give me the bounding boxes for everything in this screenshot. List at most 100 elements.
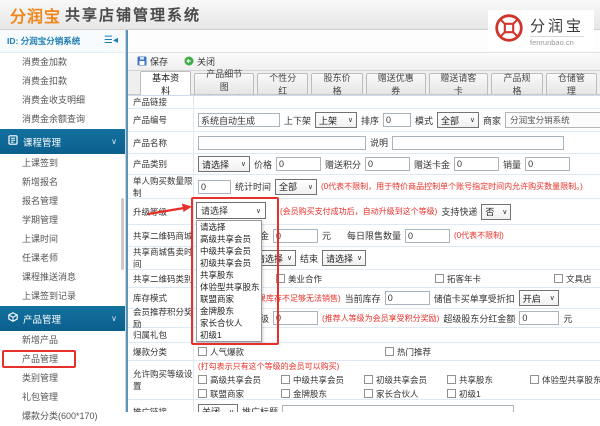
level-checkbox[interactable]: 中级共享会员 — [281, 374, 360, 386]
tab-shareholder-price[interactable]: 股东价格 — [311, 73, 362, 94]
checkbox-icon[interactable] — [385, 347, 394, 356]
sidebar-item[interactable]: 消费金加款 — [0, 53, 125, 72]
checkbox-icon[interactable] — [447, 375, 456, 384]
checkbox-icon[interactable] — [364, 375, 373, 384]
qr-mall-amount-input[interactable] — [273, 229, 318, 243]
sidebar-item[interactable]: 报名管理 — [0, 192, 125, 211]
sidebar-item[interactable]: 上课签到记录 — [0, 287, 125, 306]
level-checkbox[interactable]: 共享股东 — [447, 374, 526, 386]
sidebar-item[interactable]: 上课签到 — [0, 154, 125, 173]
row-purchase-limit: 单人购买数量限制 统计时间 全部∨ (0代表不限制，用于特价商品控制单个账号指定… — [128, 175, 600, 199]
sidebar-item[interactable]: 爆款分类(600*170) — [0, 407, 125, 426]
gift-card-amount-input[interactable] — [454, 157, 499, 171]
sidebar-item[interactable]: 学期管理 — [0, 211, 125, 230]
checkbox-icon[interactable] — [447, 389, 456, 398]
tab-product-spec[interactable]: 产品规格 — [491, 73, 542, 94]
sidebar-section-products[interactable]: 产品管理 ∨ — [0, 306, 125, 331]
checkbox-icon[interactable] — [276, 274, 285, 283]
dropdown-option[interactable]: 联盟商家 — [197, 293, 261, 305]
sidebar-item[interactable]: 任课老师 — [0, 249, 125, 268]
qr-type-checkbox[interactable]: 拓客年卡 — [435, 273, 550, 285]
stat-time-select[interactable]: 全部∨ — [275, 179, 317, 195]
sort-input[interactable] — [383, 113, 411, 127]
level-checkbox[interactable]: 家长合伙人 — [364, 388, 443, 400]
checkbox-icon[interactable] — [435, 274, 444, 283]
dropdown-option[interactable]: 初级1 — [197, 329, 261, 341]
sidebar-item-product-management[interactable]: 产品管理 — [0, 350, 125, 369]
product-number-input[interactable] — [198, 113, 280, 127]
save-button[interactable]: 保存 — [137, 55, 168, 68]
sidebar-item[interactable]: 新增报名 — [0, 173, 125, 192]
checkbox-icon[interactable] — [281, 389, 290, 398]
sidebar-item[interactable]: 礼包管理 — [0, 388, 125, 407]
sidebar-section-courses[interactable]: 课程管理 ∨ — [0, 129, 125, 154]
level-checkbox[interactable]: 初级1 — [447, 388, 526, 400]
sidebar-item[interactable]: 类别管理 — [0, 369, 125, 388]
tab-gift-coupon[interactable]: 赠送优惠券 — [366, 73, 426, 94]
checkbox-icon[interactable] — [198, 389, 207, 398]
tab-gift-treat-card[interactable]: 赠送请客卡 — [429, 73, 489, 94]
express-select[interactable]: 否∨ — [481, 204, 511, 220]
sidebar-item[interactable]: 上课时间 — [0, 230, 125, 249]
merchant-select[interactable]: 分润宝分销系统▾ — [505, 112, 600, 128]
product-name-input[interactable] — [198, 136, 366, 150]
tab-detail-images[interactable]: 产品细节图(500*500) — [194, 73, 254, 94]
sales-input[interactable] — [525, 157, 570, 171]
chevron-down-icon: ∨ — [111, 314, 117, 323]
dropdown-option[interactable]: 金牌股东 — [197, 305, 261, 317]
qr-type-checkbox[interactable]: 美业合作 — [276, 273, 431, 285]
dropdown-option[interactable]: 家长合伙人 — [197, 317, 261, 329]
checkbox-icon[interactable] — [281, 375, 290, 384]
checkbox-icon[interactable] — [554, 274, 563, 283]
gift-points-input[interactable] — [365, 157, 410, 171]
dropdown-option[interactable]: 共享股东 — [197, 269, 261, 281]
description-input[interactable] — [392, 136, 564, 150]
daily-limit-input[interactable] — [405, 229, 450, 243]
sidebar-item[interactable]: 消费金余额查询 — [0, 110, 125, 129]
chevron-down-icon: ∨ — [308, 183, 313, 191]
sidebar-scrollbar[interactable] — [121, 198, 124, 270]
company-logo: 分润宝 fenrunbao.cn — [488, 10, 594, 51]
row-product-name: 产品名称 说明 — [128, 132, 600, 154]
sidebar-item[interactable]: 消费金收支明细 — [0, 91, 125, 110]
chevron-down-icon: ∨ — [241, 160, 246, 168]
sidebar-item[interactable]: 课程推送消息 — [0, 268, 125, 287]
checkbox-icon[interactable] — [530, 375, 539, 384]
level-checkbox[interactable]: 体验型共享股东 — [530, 374, 600, 386]
dropdown-option[interactable]: 中级共享会员 — [197, 245, 261, 257]
checkbox-icon[interactable] — [198, 375, 207, 384]
promo-title-input[interactable] — [282, 405, 514, 413]
level-checkbox[interactable]: 金牌股东 — [281, 388, 360, 400]
reward-points-input[interactable] — [273, 311, 318, 325]
category-select[interactable]: 请选择∨ — [198, 156, 250, 172]
tab-warehouse[interactable]: 仓储管理 — [546, 73, 597, 94]
promo-switch-select[interactable]: 关闭∨ — [198, 404, 238, 413]
mode-select[interactable]: 全部∨ — [437, 112, 479, 128]
level-checkbox[interactable]: 高级共享会员 — [198, 374, 277, 386]
level-checkbox[interactable]: 初级共享会员 — [364, 374, 443, 386]
sell-end-select[interactable]: 请选择∨ — [322, 250, 366, 266]
upgrade-level-select[interactable]: 请选择 ∨ — [196, 202, 266, 219]
dropdown-option[interactable]: 请选择 — [197, 221, 261, 233]
checkbox-icon[interactable] — [198, 347, 207, 356]
hot-category-checkbox[interactable]: 热门推荐 — [385, 346, 431, 358]
qr-type-checkbox[interactable]: 文具店 — [554, 273, 592, 285]
purchase-limit-input[interactable] — [198, 180, 231, 194]
checkbox-icon[interactable] — [364, 389, 373, 398]
super-dividend-input[interactable] — [519, 311, 559, 325]
dropdown-option[interactable]: 体验型共享股东 — [197, 281, 261, 293]
price-input[interactable] — [276, 157, 321, 171]
hot-category-checkbox[interactable]: 人气爆款 — [198, 346, 381, 358]
menu-collapse-icon[interactable]: ☰◂ — [104, 36, 118, 46]
tab-custom-dividend[interactable]: 个性分红 — [257, 73, 308, 94]
shelf-status-select[interactable]: 上架∨ — [315, 112, 357, 128]
tab-basic-info[interactable]: 基本资料 — [140, 71, 191, 95]
sidebar-item[interactable]: 消费金扣款 — [0, 72, 125, 91]
row-product-number: 产品编号 上下架 上架∨ 排序 模式 全部∨ 商家 分润宝分销系统▾ — [128, 109, 600, 132]
discount-select[interactable]: 开启∨ — [519, 290, 559, 306]
level-checkbox[interactable]: 联盟商家 — [198, 388, 277, 400]
sidebar-item[interactable]: 新增产品 — [0, 331, 125, 350]
current-stock-input[interactable] — [385, 291, 430, 305]
dropdown-option[interactable]: 初级共享会员 — [197, 257, 261, 269]
dropdown-option[interactable]: 高级共享会员 — [197, 233, 261, 245]
